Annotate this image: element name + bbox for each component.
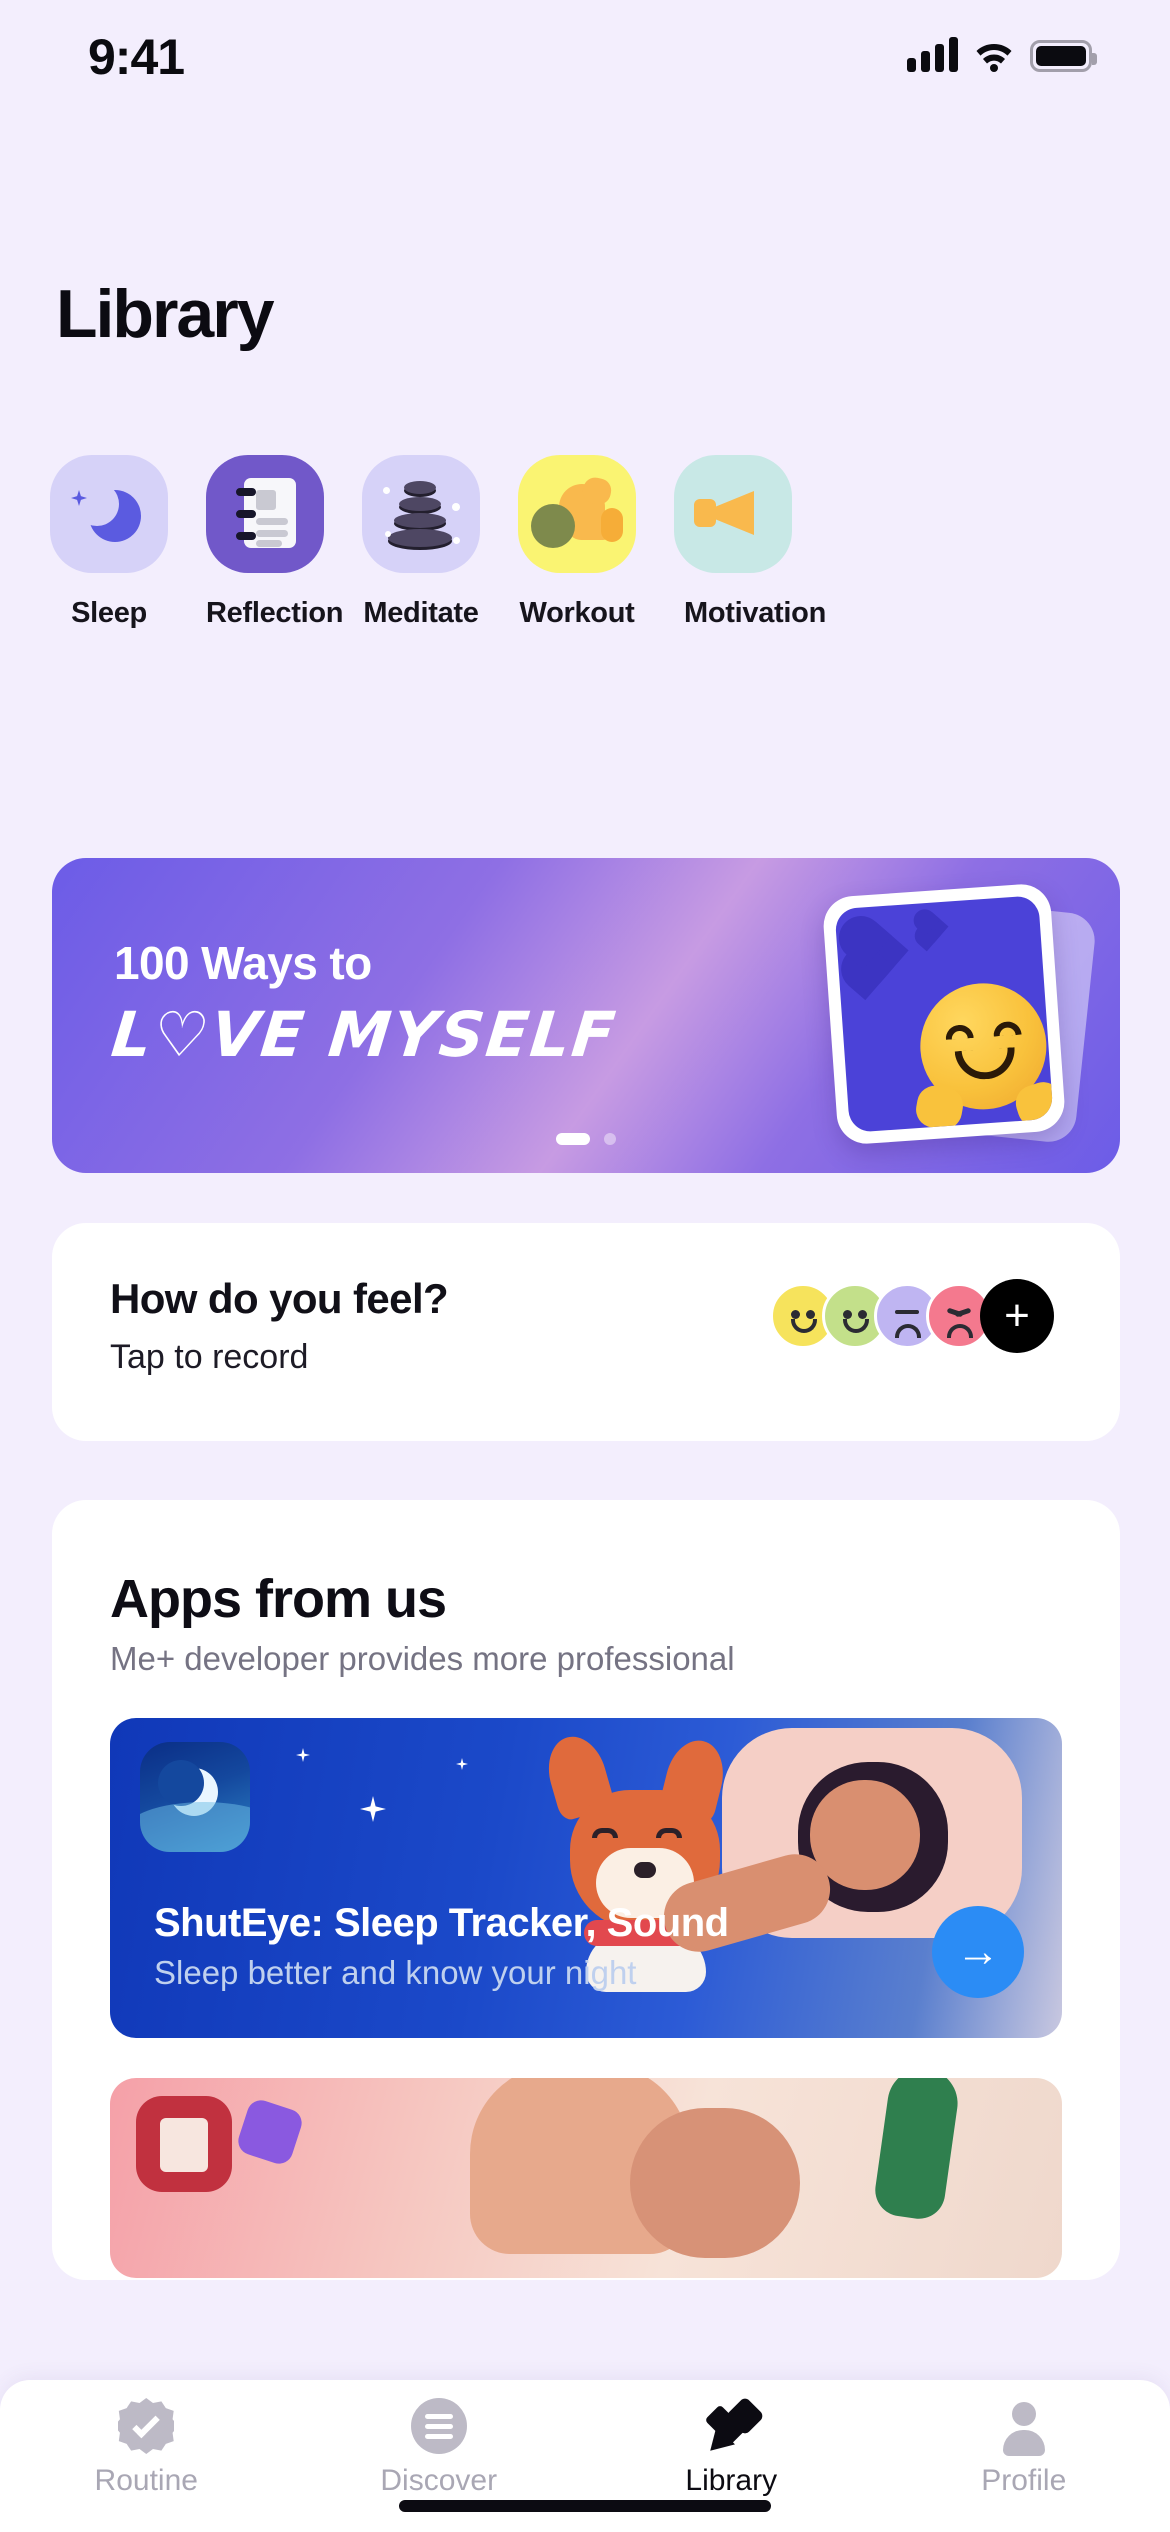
book-app-icon <box>136 2096 232 2192</box>
moon-night-app-icon <box>140 1742 250 1852</box>
flexed-biceps-icon <box>531 475 623 550</box>
sparkle-icon <box>360 1796 386 1822</box>
tab-label: Library <box>685 2464 778 2497</box>
crescent-moon-icon <box>71 478 145 550</box>
badge-check-icon <box>118 2398 175 2454</box>
tab-library[interactable]: Library <box>585 2396 878 2498</box>
category-tile[interactable] <box>50 455 168 573</box>
plant-illustration <box>871 2078 963 2223</box>
sparkle-icon <box>296 1748 310 1762</box>
hand-illustration <box>630 2108 800 2258</box>
app-promo-shuteye[interactable]: ShutEye: Sleep Tracker, Sound Sleep bett… <box>110 1718 1062 2038</box>
highlighter-icon <box>701 2396 766 2460</box>
apps-section-subtitle: Me+ developer provides more professional <box>110 1640 735 1677</box>
cellular-bars-icon <box>907 36 958 72</box>
sparkle-icon <box>456 1758 468 1770</box>
status-bar-time: 9:41 <box>88 29 185 85</box>
category-item-workout[interactable]: Workout <box>518 455 636 705</box>
zen-stones-icon <box>383 481 460 547</box>
arrow-right-icon[interactable]: → <box>932 1906 1024 1998</box>
category-label: Sleep <box>71 597 147 629</box>
category-label: Meditate <box>363 597 479 629</box>
category-tile[interactable] <box>674 455 792 573</box>
category-label: Motivation <box>684 597 826 629</box>
tab-routine[interactable]: Routine <box>0 2398 293 2498</box>
home-indicator[interactable] <box>399 2500 771 2512</box>
promo-headline-line2: L♡VE MYSELF <box>108 998 621 1071</box>
mood-record-card[interactable]: How do you feel? Tap to record + <box>52 1223 1120 1441</box>
tab-label: Routine <box>94 2464 198 2497</box>
category-item-reflection[interactable]: Reflection <box>206 455 344 705</box>
hugging-face-emoji <box>906 978 1054 1133</box>
heart-icon <box>917 912 949 944</box>
apps-section-title: Apps from us <box>110 1569 447 1629</box>
tab-discover[interactable]: Discover <box>293 2398 586 2498</box>
category-label: Reflection <box>206 597 344 629</box>
app-promo-secondary[interactable] <box>110 2078 1062 2278</box>
add-mood-button[interactable]: + <box>980 1279 1054 1353</box>
pen-icon <box>234 2096 306 2168</box>
tab-label: Profile <box>981 2464 1067 2497</box>
category-tile[interactable] <box>206 455 324 573</box>
page-title: Library <box>56 276 275 352</box>
category-item-meditate[interactable]: Meditate <box>362 455 480 705</box>
category-tile[interactable] <box>518 455 636 573</box>
category-tile[interactable] <box>362 455 480 573</box>
mood-card-title: How do you feel? <box>110 1275 449 1322</box>
category-item-sleep[interactable]: Sleep <box>50 455 168 705</box>
notebook-icon <box>234 478 296 550</box>
heart-icon <box>846 921 909 984</box>
promo-banner[interactable]: 100 Ways to L♡VE MYSELF <box>52 858 1120 1173</box>
category-item-motivation[interactable]: Motivation <box>674 455 826 705</box>
wifi-icon <box>972 38 1016 72</box>
mood-picker[interactable]: + <box>770 1279 1054 1353</box>
category-scroller[interactable]: Sleep Reflection Meditate Workout Motiva… <box>0 455 1170 705</box>
promo-headline-line1: 100 Ways to <box>114 937 372 989</box>
megaphone-icon <box>694 483 772 545</box>
app-description: Sleep better and know your night <box>154 1954 637 1991</box>
tab-profile[interactable]: Profile <box>878 2398 1170 2498</box>
battery-full-icon <box>1030 40 1097 72</box>
mood-card-subtitle: Tap to record <box>110 1338 309 1376</box>
tab-label: Discover <box>380 2464 498 2497</box>
status-bar-indicators <box>907 36 1097 72</box>
category-label: Workout <box>519 597 635 629</box>
apps-from-us-card: Apps from us Me+ developer provides more… <box>52 1500 1120 2280</box>
app-screen: 9:41 Library Sleep Reflection Meditate W… <box>0 0 1170 2532</box>
discover-list-icon <box>410 2398 467 2454</box>
app-name: ShutEye: Sleep Tracker, Sound <box>154 1901 729 1945</box>
promo-emoji-card <box>821 882 1067 1146</box>
status-bar: 9:41 <box>0 0 1170 130</box>
person-icon <box>996 2398 1052 2456</box>
